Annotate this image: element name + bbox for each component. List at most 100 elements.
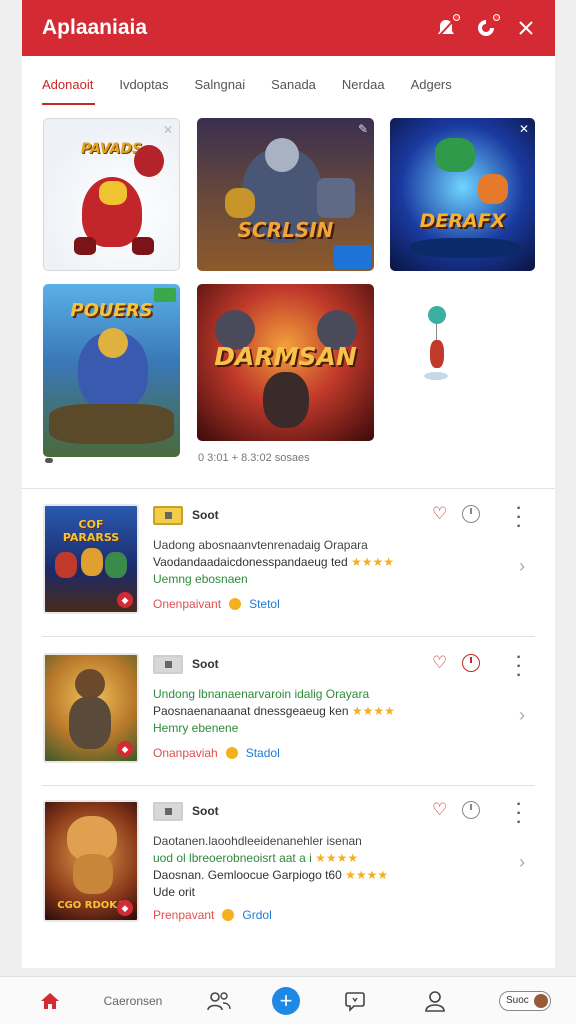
game-tile[interactable]: SCRLSIN ✎ bbox=[197, 118, 374, 271]
app-header: Aplaaniaia bbox=[22, 0, 555, 56]
favorite-heart-icon[interactable]: ♡ bbox=[432, 653, 447, 673]
item-meta-right[interactable]: Grdol bbox=[242, 908, 271, 922]
item-meta: Prenpavant Grdol bbox=[153, 908, 272, 922]
item-meta: Onenpaivant Stetol bbox=[153, 597, 280, 611]
main-panel: Adonaoit Ivdoptas Salngnai Sanada Nerdaa… bbox=[22, 56, 555, 968]
avatar bbox=[534, 994, 548, 1008]
nav-center-label[interactable]: Caeronsen bbox=[100, 977, 166, 1024]
game-tile[interactable]: DERAFX ✕ bbox=[390, 118, 535, 271]
game-tile-title: SCRLSIN bbox=[237, 218, 334, 242]
item-badge-icon bbox=[153, 655, 183, 674]
favorite-heart-icon[interactable]: ♡ bbox=[432, 504, 447, 524]
tab-5[interactable]: Adgers bbox=[411, 56, 452, 106]
more-options-icon[interactable]: · · · bbox=[516, 501, 522, 535]
item-meta-left: Onanpaviah bbox=[153, 746, 218, 760]
chevron-right-icon[interactable]: › bbox=[519, 852, 525, 873]
account-pill-body[interactable]: Suoc bbox=[499, 991, 551, 1011]
close-icon[interactable] bbox=[515, 17, 537, 39]
item-line-1: Daotanen.laoohdleeidenanehler isenan bbox=[153, 834, 362, 848]
favorite-heart-icon[interactable]: ♡ bbox=[432, 800, 447, 820]
item-line-3: Daosnan. Gemloocue Garpiogo t60 ★★★★ bbox=[153, 868, 389, 882]
game-tile-title: POUERS bbox=[70, 300, 153, 321]
clock-icon[interactable] bbox=[462, 505, 480, 523]
item-badge-icon bbox=[153, 506, 183, 525]
item-line-1: Undong lbnanaenarvaroin idalig Orayara bbox=[153, 687, 370, 701]
game-tile-title: DERAFX bbox=[419, 210, 506, 232]
tab-3[interactable]: Sanada bbox=[271, 56, 316, 106]
item-meta-left: Onenpaivant bbox=[153, 597, 222, 611]
list-item[interactable]: ◆ Soot Undong lbnanaenarvaroin idalig Or… bbox=[22, 650, 555, 783]
rating-stars: ★★★★ bbox=[351, 704, 395, 718]
bottom-navigation: Caeronsen + Suoc bbox=[0, 976, 576, 1024]
item-line-2: Paosnaenanaanat dnessgeaeug ken ★★★★ bbox=[153, 704, 395, 718]
game-tile[interactable]: PAVADS ✕ bbox=[43, 118, 180, 271]
item-line-2: uod ol lbreoerobneoisrt aat a i ★★★★ bbox=[153, 851, 359, 865]
tab-2[interactable]: Salngnai bbox=[194, 56, 245, 106]
item-line-4: Ude orit bbox=[153, 885, 196, 899]
chevron-right-icon[interactable]: › bbox=[519, 556, 525, 577]
item-meta-left: Prenpavant bbox=[153, 908, 215, 922]
tab-4[interactable]: Nerdaa bbox=[342, 56, 385, 106]
people-icon[interactable] bbox=[205, 977, 233, 1024]
item-line-3: Hemry ebenene bbox=[153, 721, 239, 735]
game-tile[interactable]: POUERS bbox=[43, 284, 180, 457]
item-divider bbox=[42, 785, 535, 786]
notification-dot bbox=[453, 14, 460, 21]
more-options-icon[interactable]: · · · bbox=[516, 797, 522, 831]
flying-hero-character bbox=[435, 138, 475, 172]
chevron-right-icon[interactable]: › bbox=[519, 705, 525, 726]
item-thumbnail: COF PARARSS ◆ bbox=[43, 504, 139, 614]
close-tile-icon[interactable]: ✎ bbox=[358, 122, 368, 136]
rating-stars: ★★★★ bbox=[350, 555, 394, 569]
app-title: Aplaaniaia bbox=[42, 16, 148, 39]
item-meta-right[interactable]: Stetol bbox=[249, 597, 280, 611]
item-corner-badge: ◆ bbox=[117, 900, 133, 916]
game-tile[interactable]: DARMSAN bbox=[197, 284, 374, 441]
coin-icon bbox=[222, 909, 235, 921]
platform-badge-icon bbox=[334, 245, 372, 269]
list-item[interactable]: CGO RDOKA ◆ Soot Daotanen.laoohdleeidena… bbox=[22, 797, 555, 930]
item-thumbnail: ◆ bbox=[43, 653, 139, 763]
coin-icon bbox=[225, 747, 238, 759]
category-tabs: Adonaoit Ivdoptas Salngnai Sanada Nerdaa… bbox=[22, 56, 555, 106]
item-tag: Soot bbox=[192, 508, 219, 522]
item-corner-badge: ◆ bbox=[117, 741, 133, 757]
close-tile-icon[interactable]: ✕ bbox=[519, 122, 529, 136]
item-divider bbox=[42, 636, 535, 637]
refresh-icon[interactable] bbox=[475, 14, 500, 39]
refresh-dot bbox=[493, 14, 500, 21]
thumb-title: COF PARARSS bbox=[62, 518, 120, 544]
floating-balloon-figure bbox=[424, 306, 450, 396]
item-thumbnail: CGO RDOKA ◆ bbox=[43, 800, 139, 922]
section-divider bbox=[22, 488, 555, 489]
item-line-3: Uemng ebosnaen bbox=[153, 572, 248, 586]
tab-1[interactable]: Ivdoptas bbox=[119, 56, 168, 106]
rating-stars: ★★★★ bbox=[345, 868, 389, 882]
game-tile-title: DARMSAN bbox=[214, 342, 357, 371]
item-line-1: Uadong abosnaanvtenrenadaig Orapara bbox=[153, 538, 368, 552]
clock-icon[interactable] bbox=[462, 654, 480, 672]
item-tag: Soot bbox=[192, 804, 219, 818]
corner-badge-icon bbox=[154, 288, 176, 302]
add-button[interactable]: + bbox=[272, 977, 300, 1024]
caption-dot bbox=[45, 458, 53, 463]
item-corner-badge: ◆ bbox=[117, 592, 133, 608]
home-icon[interactable] bbox=[36, 977, 64, 1024]
plus-icon[interactable]: + bbox=[272, 987, 300, 1015]
item-badge-icon bbox=[153, 802, 183, 821]
item-tag: Soot bbox=[192, 657, 219, 671]
tab-0[interactable]: Adonaoit bbox=[42, 56, 96, 106]
notification-bell-icon[interactable] bbox=[435, 14, 460, 39]
more-options-icon[interactable]: · · · bbox=[516, 650, 522, 684]
coin-icon bbox=[229, 598, 242, 610]
close-tile-icon[interactable]: ✕ bbox=[163, 123, 173, 137]
tiles-caption: 0 3:01 + 8.3:02 sosaes bbox=[198, 452, 310, 464]
rating-stars: ★★★★ bbox=[315, 851, 359, 865]
chat-icon[interactable] bbox=[343, 977, 367, 1024]
account-pill[interactable]: Suoc bbox=[497, 977, 553, 1024]
item-meta-right[interactable]: Stadol bbox=[246, 746, 280, 760]
list-item[interactable]: COF PARARSS ◆ Soot Uadong abosnaanvtenre… bbox=[22, 501, 555, 634]
profile-icon[interactable] bbox=[424, 977, 446, 1024]
account-pill-label: Suoc bbox=[506, 995, 529, 1006]
clock-icon[interactable] bbox=[462, 801, 480, 819]
